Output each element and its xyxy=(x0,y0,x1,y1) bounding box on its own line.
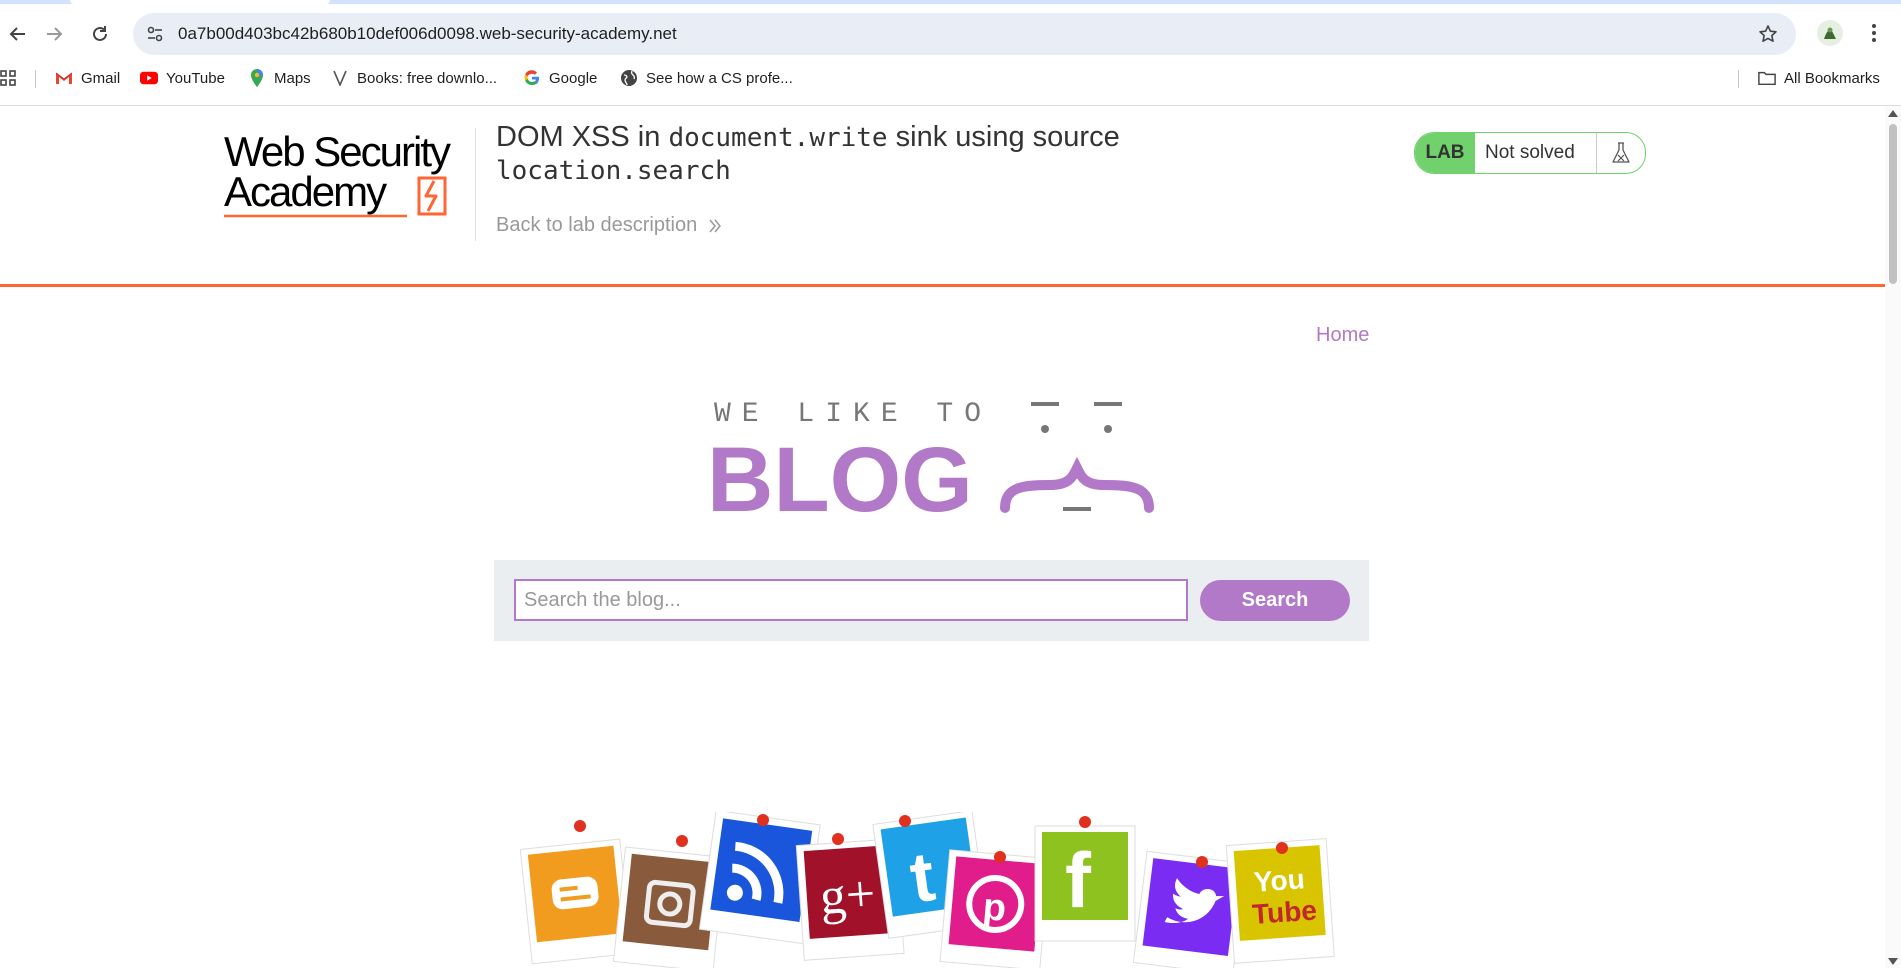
lab-status-text: Not solved xyxy=(1475,133,1597,173)
bookmark-label: YouTube xyxy=(166,69,225,87)
address-bar[interactable]: 0a7b00d403bc42b680b10def006d0098.web-sec… xyxy=(133,13,1796,55)
bookmark-cs-profe[interactable]: See how a CS profe... xyxy=(620,66,793,90)
books-icon xyxy=(331,69,349,87)
scroll-down-arrow-icon[interactable] xyxy=(1888,958,1898,965)
scrollbar-thumb[interactable] xyxy=(1889,124,1897,284)
we-like-to-blog-logo: WE LIKE TO BLOG xyxy=(705,392,1155,531)
bookmark-star-icon[interactable] xyxy=(1756,22,1780,46)
svg-text:g+: g+ xyxy=(818,865,877,926)
google-icon xyxy=(523,69,541,87)
header-divider xyxy=(475,128,476,241)
blog-logo-word: BLOG xyxy=(707,429,973,517)
svg-text:f: f xyxy=(1065,836,1092,924)
back-to-lab-description-link[interactable]: Back to lab description xyxy=(496,214,723,237)
lab-status-widget: LAB Not solved xyxy=(1414,132,1646,174)
arrow-left-icon xyxy=(9,27,25,41)
blog-search-input[interactable] xyxy=(514,579,1188,621)
back-button[interactable] xyxy=(0,16,36,52)
scroll-up-arrow-icon[interactable] xyxy=(1888,110,1898,117)
bookmark-youtube[interactable]: YouTube xyxy=(140,66,225,90)
youtube-card: You Tube xyxy=(1225,838,1335,964)
arrow-right-icon xyxy=(47,27,63,41)
bookmark-label: See how a CS profe... xyxy=(646,69,793,87)
page-scrollbar[interactable] xyxy=(1885,106,1901,968)
double-chevron-right-icon xyxy=(707,218,723,234)
bookmark-books[interactable]: Books: free downlo... xyxy=(331,66,497,90)
reload-button[interactable] xyxy=(82,16,118,52)
bookmark-label: Books: free downlo... xyxy=(357,69,498,87)
search-button[interactable]: Search xyxy=(1200,580,1350,621)
back-link-label: Back to lab description xyxy=(496,214,698,236)
bookmark-label: Maps xyxy=(274,69,311,87)
logo-line2: Academy xyxy=(224,168,387,215)
avatar-icon xyxy=(1824,27,1836,39)
nav-home-link[interactable]: Home xyxy=(1316,324,1369,347)
browser-menu-button[interactable] xyxy=(1862,18,1886,48)
profile-avatar[interactable] xyxy=(1817,20,1843,46)
blog-face-icon xyxy=(1000,402,1154,513)
forward-button[interactable] xyxy=(36,16,72,52)
all-bookmarks-button[interactable]: All Bookmarks xyxy=(1758,66,1880,90)
blog-search-form: Search xyxy=(494,560,1369,641)
pinterest-card: p xyxy=(939,849,1050,971)
bookmark-label: Gmail xyxy=(81,69,121,87)
bookmark-label: Google xyxy=(549,69,598,87)
youtube-icon xyxy=(140,69,158,87)
bookmarks-divider xyxy=(1738,70,1739,88)
bookmark-google[interactable]: Google xyxy=(523,66,597,90)
all-bookmarks-label: All Bookmarks xyxy=(1784,69,1880,87)
active-tab[interactable] xyxy=(70,0,330,4)
svg-text:p: p xyxy=(981,886,1008,930)
folder-icon xyxy=(1758,69,1776,87)
flask-icon xyxy=(1597,133,1645,173)
lab-status-tag: LAB xyxy=(1415,133,1475,173)
web-security-academy-logo[interactable]: Web Security Academy xyxy=(222,128,472,226)
bookmark-maps[interactable]: Maps xyxy=(248,66,311,90)
url-text[interactable]: 0a7b00d403bc42b680b10def006d0098.web-sec… xyxy=(178,24,677,44)
blog-logo-tagline: WE LIKE TO xyxy=(714,399,992,430)
lab-title-text: DOM XSS in xyxy=(496,121,669,153)
lab-title-code-source: location.search xyxy=(496,156,731,186)
browser-toolbar: 0a7b00d403bc42b680b10def006d0098.web-sec… xyxy=(0,0,1901,106)
bookmark-gmail[interactable]: Gmail xyxy=(55,66,120,90)
site-info-icon[interactable] xyxy=(143,22,167,46)
facebook-card: f xyxy=(1034,825,1136,942)
bookmarks-divider xyxy=(35,70,36,88)
maps-icon xyxy=(248,69,266,87)
kebab-menu-icon xyxy=(1872,24,1876,42)
social-media-banner-image: g+ t p f You Tube xyxy=(519,809,1360,973)
tab-strip xyxy=(0,0,1901,4)
lab-title-code-sink: document.write xyxy=(668,123,888,153)
gmail-icon xyxy=(55,69,73,87)
apps-grid-icon xyxy=(0,70,16,86)
lab-title-text: sink using source xyxy=(887,121,1120,153)
apps-button[interactable] xyxy=(0,66,16,90)
globe-icon xyxy=(620,69,638,87)
youtube-card-text: Tube xyxy=(1251,895,1318,930)
youtube-card-text: You xyxy=(1253,863,1306,897)
reload-icon xyxy=(93,26,107,41)
lab-title: DOM XSS in document.write sink using sou… xyxy=(496,121,1216,187)
